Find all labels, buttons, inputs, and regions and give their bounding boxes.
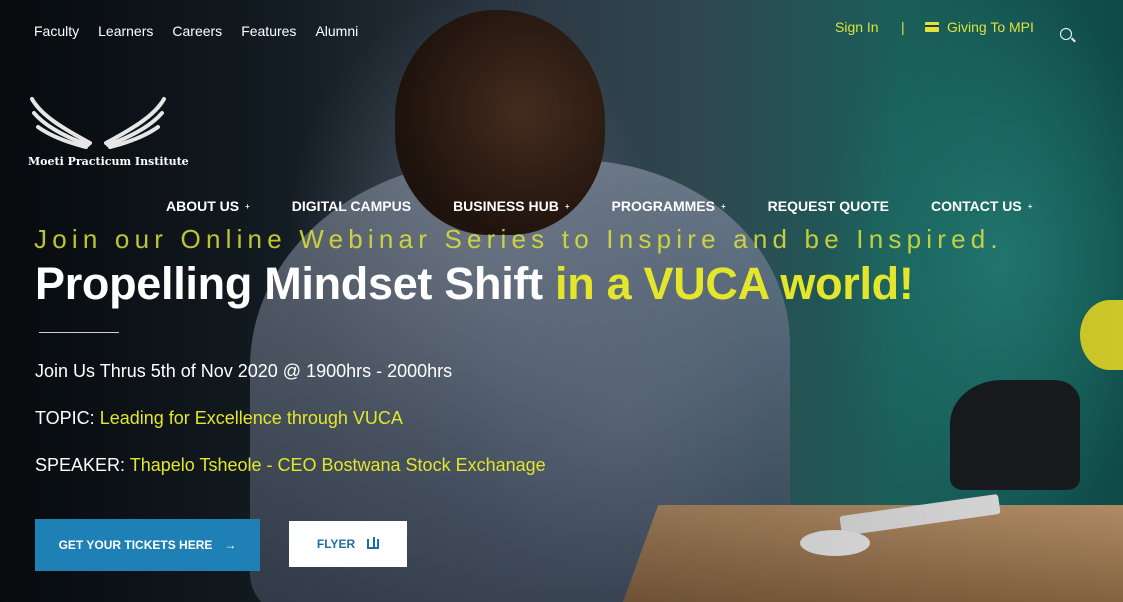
headline-divider	[39, 332, 119, 333]
nav-about-us-label: ABOUT US	[166, 198, 240, 214]
top-nav: Faculty Learners Careers Features Alumni	[34, 23, 358, 39]
nav-business-hub[interactable]: BUSINESS HUB +	[453, 198, 569, 214]
hero-tagline: Join our Online Webinar Series to Inspir…	[34, 224, 1003, 254]
sign-in-link[interactable]: Sign In	[835, 19, 879, 35]
get-tickets-button[interactable]: GET YOUR TICKETS HERE →	[35, 519, 260, 571]
site-logo[interactable]: Moeti Practicum Institute	[28, 95, 189, 170]
topnav-learners[interactable]: Learners	[98, 23, 153, 39]
nav-business-hub-label: BUSINESS HUB	[453, 198, 559, 214]
nav-contact-us[interactable]: CONTACT US +	[931, 198, 1032, 214]
headline-white: Propelling Mindset Shift	[35, 258, 543, 309]
topnav-alumni[interactable]: Alumni	[315, 23, 358, 39]
nav-request-quote[interactable]: REQUEST QUOTE	[768, 198, 889, 214]
topic-value: Leading for Excellence through VUCA	[99, 408, 403, 428]
headline-yellow: in a VUCA world!	[555, 258, 914, 309]
book-icon	[367, 537, 380, 549]
event-date: Join Us Thrus 5th of Nov 2020 @ 1900hrs …	[35, 361, 453, 381]
event-topic: TOPIC: Leading for Excellence through VU…	[35, 408, 403, 429]
get-tickets-label: GET YOUR TICKETS HERE	[58, 538, 213, 552]
credit-card-icon	[925, 22, 939, 32]
topnav-features[interactable]: Features	[241, 23, 296, 39]
hero-headline: Propelling Mindset Shift in a VUCA world…	[35, 258, 914, 310]
speaker-value: Thapelo Tsheole - CEO Bostwana Stock Exc…	[129, 455, 546, 475]
nav-contact-us-label: CONTACT US	[931, 198, 1022, 214]
plus-icon: +	[564, 201, 570, 211]
nav-programmes[interactable]: PROGRAMMES +	[612, 198, 726, 214]
wings-logo-icon	[30, 97, 166, 149]
arrow-right-icon: →	[224, 538, 237, 552]
flyer-button[interactable]: FLYER	[289, 521, 407, 567]
plus-icon: +	[245, 201, 250, 211]
speaker-label: SPEAKER:	[35, 455, 126, 475]
topnav-faculty[interactable]: Faculty	[34, 23, 79, 39]
hero-banner: Faculty Learners Careers Features Alumni…	[0, 0, 1123, 602]
event-speaker: SPEAKER: Thapelo Tsheole - CEO Bostwana …	[35, 455, 546, 476]
utility-separator: |	[901, 19, 905, 35]
main-nav: ABOUT US + DIGITAL CAMPUS BUSINESS HUB +…	[166, 198, 1032, 214]
nav-request-quote-label: REQUEST QUOTE	[767, 198, 890, 214]
logo-text: Moeti Practicum Institute	[28, 155, 189, 168]
nav-programmes-label: PROGRAMMES	[611, 198, 715, 214]
giving-label: Giving To MPI	[947, 19, 1034, 35]
plus-icon: +	[720, 201, 726, 211]
nav-digital-campus[interactable]: DIGITAL CAMPUS	[292, 198, 411, 214]
nav-digital-campus-label: DIGITAL CAMPUS	[291, 198, 412, 214]
giving-link[interactable]: Giving To MPI	[925, 19, 1034, 35]
search-icon[interactable]	[1060, 28, 1072, 40]
topic-label: TOPIC:	[35, 408, 95, 428]
plus-icon: +	[1027, 201, 1033, 211]
flyer-label: FLYER	[316, 537, 356, 551]
topnav-careers[interactable]: Careers	[172, 23, 222, 39]
nav-about-us[interactable]: ABOUT US +	[166, 198, 250, 214]
